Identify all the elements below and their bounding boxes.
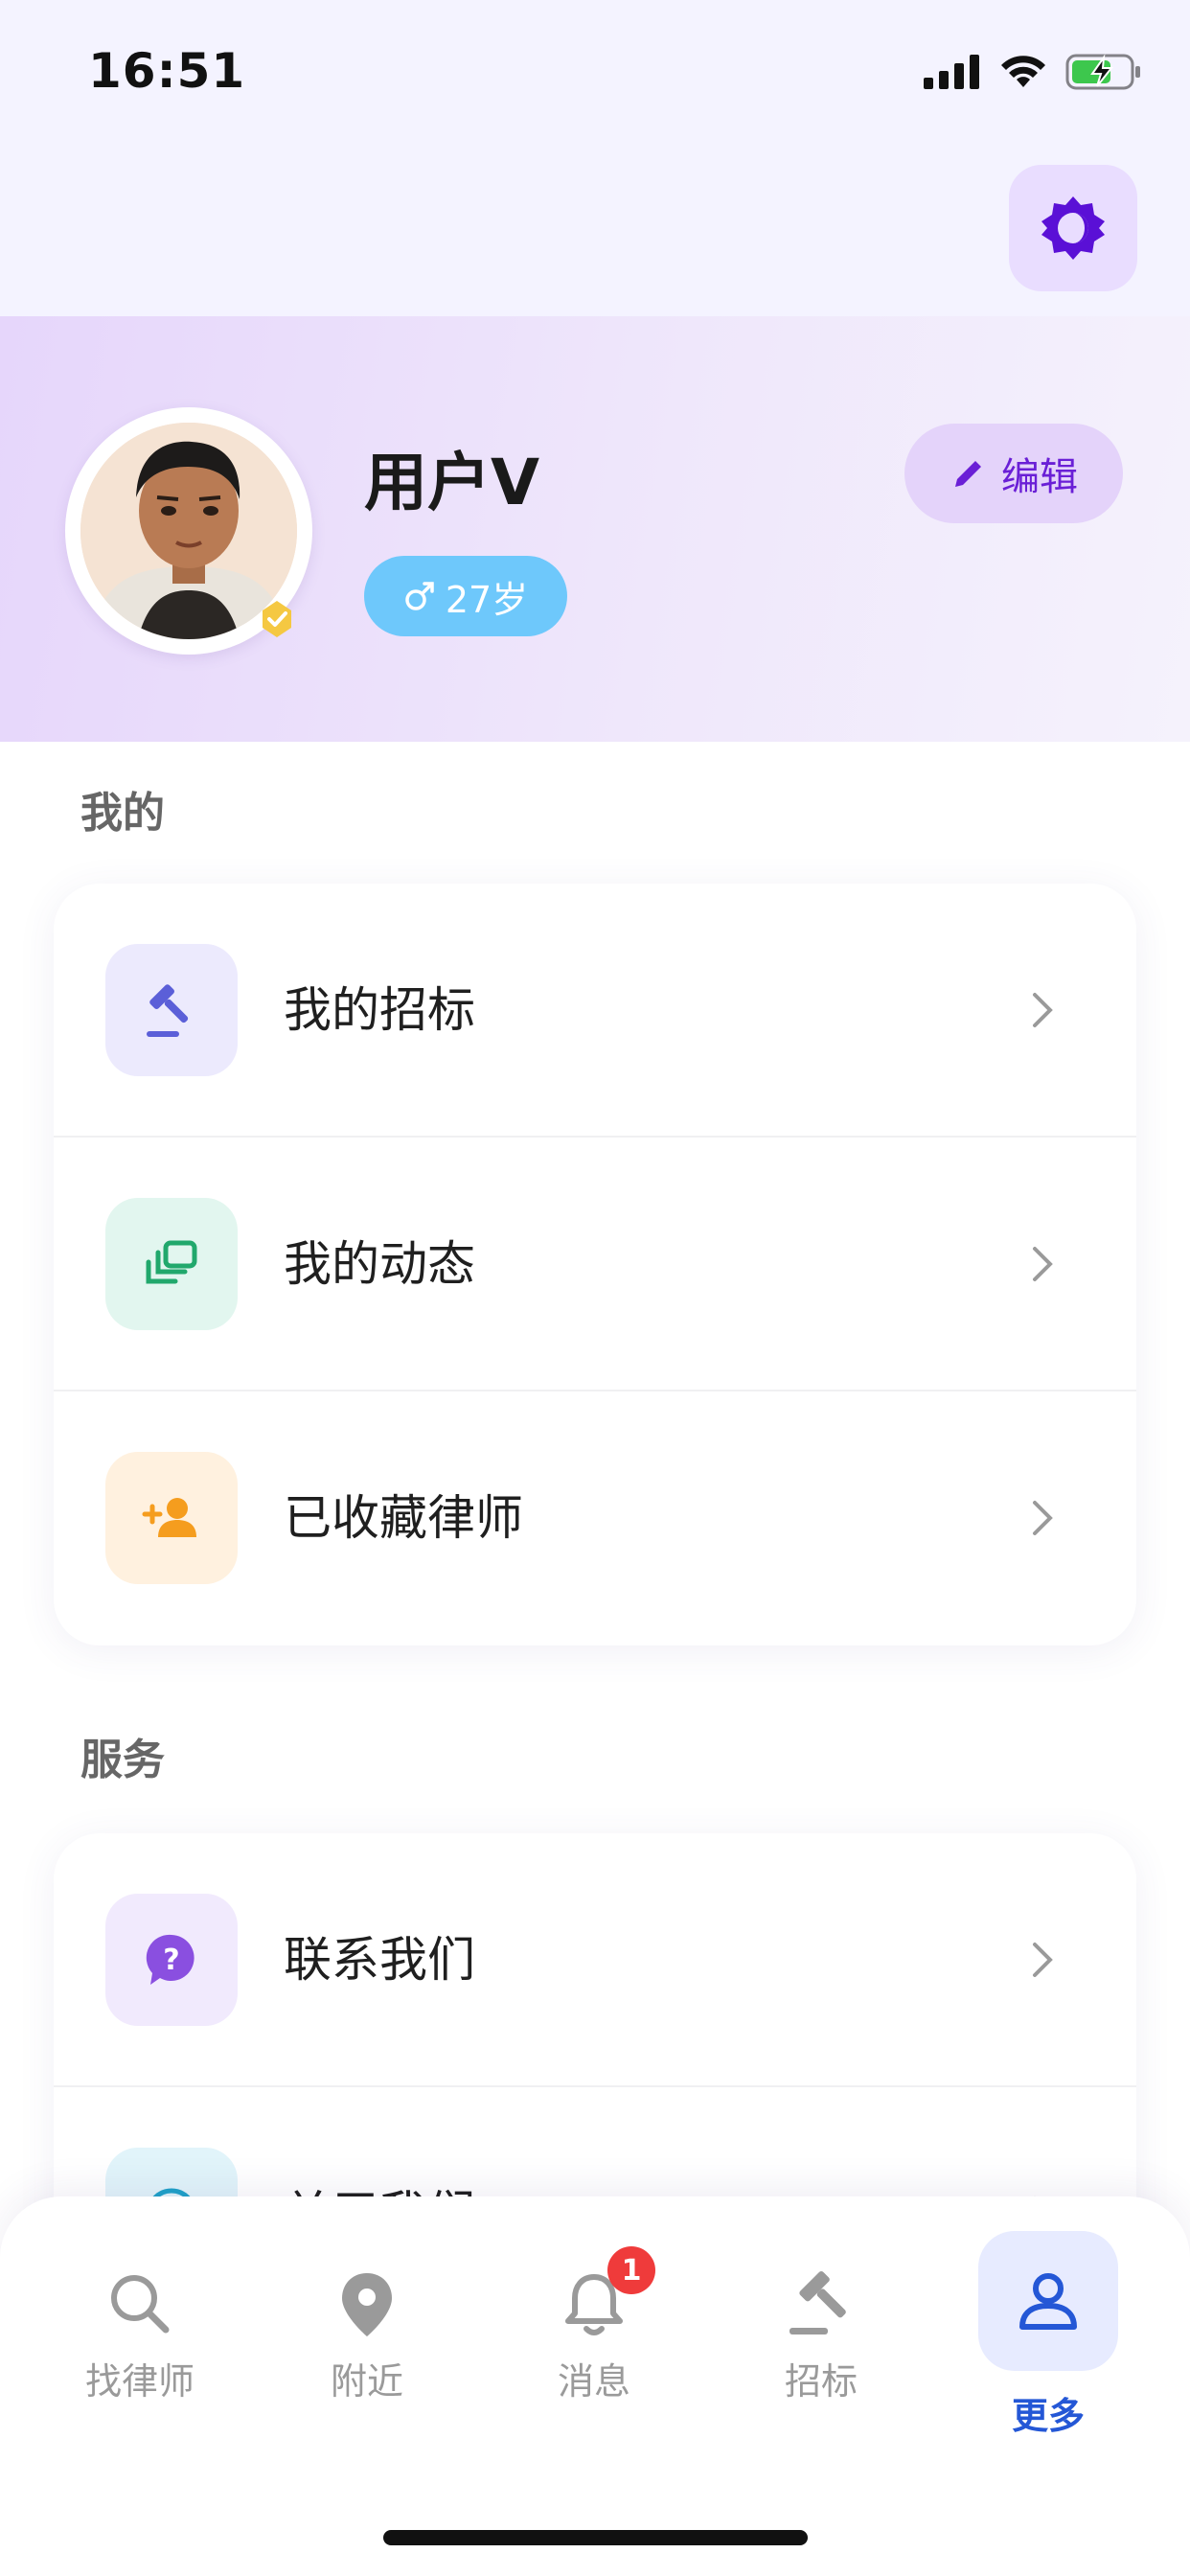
home-indicator[interactable] bbox=[383, 2530, 808, 2545]
gavel-icon bbox=[105, 944, 238, 1076]
notification-badge: 1 bbox=[607, 2246, 655, 2294]
list-item-my-posts[interactable]: 我的动态 bbox=[54, 1138, 1136, 1392]
bottom-tab-bar: 找律师 附近 1 消息 招标 更多 bbox=[0, 2196, 1190, 2467]
chevron-right-icon bbox=[1033, 1501, 1053, 1535]
signal-icon bbox=[924, 55, 979, 89]
svg-text:?: ? bbox=[163, 1944, 179, 1977]
search-icon bbox=[100, 2264, 180, 2344]
edit-profile-button[interactable]: 编辑 bbox=[904, 424, 1123, 523]
age-label: 27岁 bbox=[445, 578, 529, 621]
section-title-service: 服务 bbox=[80, 1736, 165, 1784]
status-bar: 16:51 bbox=[0, 0, 1190, 144]
gavel-icon bbox=[781, 2264, 861, 2344]
status-time: 16:51 bbox=[88, 43, 246, 99]
pencil-icon bbox=[955, 461, 981, 487]
tab-more[interactable]: 更多 bbox=[958, 2196, 1138, 2467]
tab-nearby[interactable]: 附近 bbox=[271, 2196, 463, 2467]
location-pin-icon bbox=[327, 2264, 407, 2344]
section-title-mine: 我的 bbox=[80, 789, 165, 838]
tab-label: 找律师 bbox=[84, 2360, 195, 2403]
home-indicator-area bbox=[0, 2467, 1190, 2576]
dark-mode-icon bbox=[1041, 196, 1105, 260]
person-add-icon bbox=[105, 1452, 238, 1584]
username: 用户V bbox=[364, 446, 540, 519]
list-item-saved-lawyers[interactable]: 已收藏律师 bbox=[54, 1392, 1136, 1645]
avatar[interactable] bbox=[65, 407, 312, 655]
status-icons bbox=[924, 54, 1142, 90]
tab-messages[interactable]: 1 消息 bbox=[498, 2196, 690, 2467]
tab-label: 招标 bbox=[784, 2360, 858, 2403]
tab-label: 附近 bbox=[330, 2360, 403, 2403]
mine-card: 我的招标 我的动态 已收藏律师 bbox=[54, 884, 1136, 1645]
wifi-icon bbox=[1001, 56, 1045, 87]
edit-label: 编辑 bbox=[1001, 455, 1078, 499]
layers-icon bbox=[105, 1198, 238, 1330]
list-item-label: 已收藏律师 bbox=[284, 1490, 523, 1546]
list-item-label: 我的动态 bbox=[284, 1236, 475, 1292]
gender-age-badge: 27岁 bbox=[364, 556, 567, 636]
list-item-label: 我的招标 bbox=[284, 982, 475, 1038]
male-icon bbox=[405, 582, 434, 610]
profile-banner: 用户V 27岁 编辑 bbox=[0, 316, 1190, 742]
verified-badge-icon bbox=[263, 601, 291, 637]
chevron-right-icon bbox=[1033, 1943, 1053, 1977]
battery-charging-icon bbox=[1065, 54, 1140, 90]
tab-label: 更多 bbox=[1011, 2395, 1085, 2437]
chevron-right-icon bbox=[1033, 993, 1053, 1027]
help-chat-icon: ? bbox=[105, 1894, 238, 2026]
person-icon bbox=[1008, 2261, 1088, 2341]
tab-label: 消息 bbox=[557, 2360, 630, 2403]
tab-bids[interactable]: 招标 bbox=[725, 2196, 917, 2467]
list-item-contact-us[interactable]: ? 联系我们 bbox=[54, 1833, 1136, 2087]
tab-find-lawyer[interactable]: 找律师 bbox=[44, 2196, 236, 2467]
list-item-my-bids[interactable]: 我的招标 bbox=[54, 884, 1136, 1138]
theme-toggle-button[interactable] bbox=[1009, 165, 1137, 291]
list-item-label: 联系我们 bbox=[284, 1932, 475, 1988]
chevron-right-icon bbox=[1033, 1247, 1053, 1281]
